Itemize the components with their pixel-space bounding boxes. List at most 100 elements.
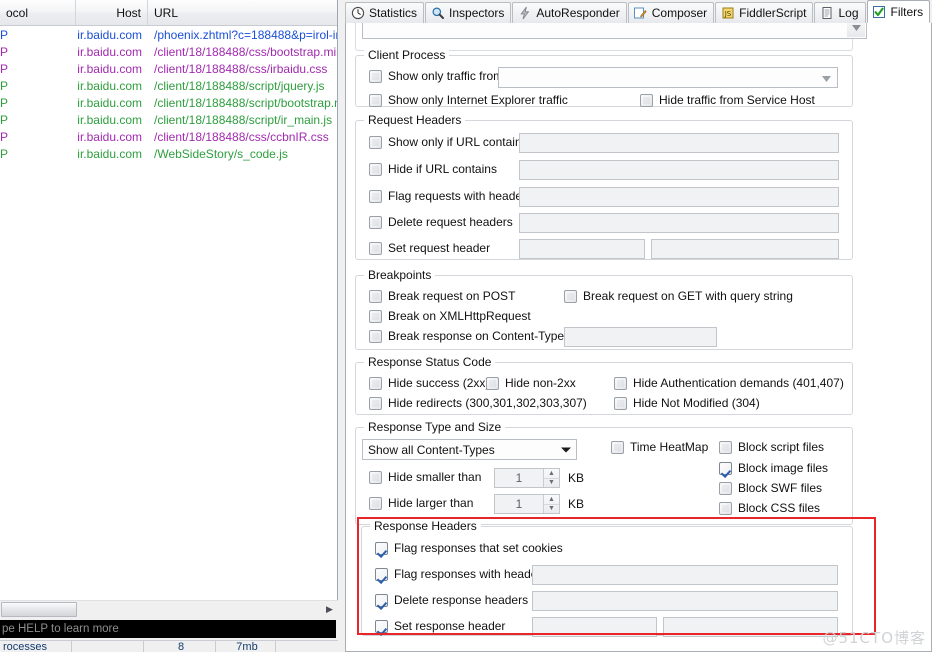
checkbox-box[interactable]	[369, 70, 382, 83]
table-row[interactable]: Pir.baidu.com/phoenix.zhtml?c=188488&p=i…	[0, 26, 337, 43]
chevron-down-icon[interactable]	[822, 71, 831, 85]
show-only-traffic-from-checkbox[interactable]: Show only traffic from	[369, 69, 503, 83]
session-rows[interactable]: Pir.baidu.com/phoenix.zhtml?c=188488&p=i…	[0, 26, 337, 162]
checkbox-box[interactable]	[719, 462, 732, 475]
block-css-files-checkbox[interactable]: Block CSS files	[719, 501, 820, 515]
table-row[interactable]: Pir.baidu.com/client/18/188488/css/irbai…	[0, 60, 337, 77]
checkbox-box[interactable]	[369, 242, 382, 255]
table-row[interactable]: Pir.baidu.com/client/18/188488/script/jq…	[0, 77, 337, 94]
stepper-down-icon[interactable]: ▼	[544, 479, 559, 488]
tab-log[interactable]: Log	[814, 2, 865, 23]
hide-redirects-checkbox[interactable]: Hide redirects (300,301,302,303,307)	[369, 396, 587, 410]
checkbox-box[interactable]	[375, 594, 388, 607]
stepper-up-icon[interactable]: ▲	[544, 495, 559, 505]
delete-request-headers-checkbox[interactable]: Delete request headers	[369, 215, 513, 229]
hide-larger-than-checkbox[interactable]: Hide larger than	[369, 496, 473, 510]
break-request-on-get-checkbox[interactable]: Break request on GET with query string	[564, 289, 793, 303]
checkbox-box[interactable]	[369, 377, 382, 390]
stepper-buttons[interactable]: ▲▼	[543, 469, 559, 487]
content-type-select[interactable]: Show all Content-Types	[362, 439, 577, 460]
block-swf-files-checkbox[interactable]: Block SWF files	[719, 481, 822, 495]
checkbox-box[interactable]	[369, 163, 382, 176]
tab-filters[interactable]: Filters	[867, 0, 931, 23]
checkbox-box[interactable]	[640, 94, 653, 107]
horizontal-scrollbar[interactable]: ▶	[0, 600, 338, 618]
set-response-header-value-input[interactable]	[663, 617, 838, 637]
delete-response-headers-checkbox[interactable]: Delete response headers	[375, 593, 528, 607]
scrollbar-thumb[interactable]	[1, 602, 77, 617]
block-script-files-checkbox[interactable]: Block script files	[719, 440, 824, 454]
checkbox-box[interactable]	[719, 502, 732, 515]
tab-fiddlerscript[interactable]: JS FiddlerScript	[715, 2, 813, 23]
checkbox-box[interactable]	[369, 216, 382, 229]
column-header-protocol[interactable]: ocol	[0, 0, 76, 25]
break-response-on-content-type-checkbox[interactable]: Break response on Content-Type	[369, 329, 564, 343]
checkbox-box[interactable]	[611, 441, 624, 454]
checkbox-box[interactable]	[486, 377, 499, 390]
break-request-on-post-checkbox[interactable]: Break request on POST	[369, 289, 515, 303]
checkbox-box[interactable]	[369, 310, 382, 323]
tab-autoresponder[interactable]: AutoResponder	[512, 2, 626, 23]
checkbox-box[interactable]	[369, 471, 382, 484]
hide-service-host-checkbox[interactable]: Hide traffic from Service Host	[640, 93, 815, 107]
hide-smaller-than-checkbox[interactable]: Hide smaller than	[369, 470, 481, 484]
table-row[interactable]: Pir.baidu.com/client/18/188488/css/boots…	[0, 43, 337, 60]
checkbox-box[interactable]	[614, 377, 627, 390]
delete-request-headers-input[interactable]	[519, 213, 839, 233]
checkbox-box[interactable]	[369, 497, 382, 510]
break-response-content-type-input[interactable]	[564, 327, 717, 347]
flag-responses-with-headers-checkbox[interactable]: Flag responses with headers	[375, 567, 547, 581]
set-response-header-name-input[interactable]	[532, 617, 657, 637]
scroll-right-arrow[interactable]: ▶	[321, 604, 338, 615]
checkbox-box[interactable]	[719, 441, 732, 454]
quickexec-bar[interactable]: pe HELP to learn more	[0, 620, 336, 638]
flag-responses-with-headers-input[interactable]	[532, 565, 838, 585]
hide-not-modified-checkbox[interactable]: Hide Not Modified (304)	[614, 396, 760, 410]
checkbox-box[interactable]	[375, 620, 388, 633]
column-header-host[interactable]: Host	[76, 0, 148, 25]
tab-strip[interactable]: Statistics Inspectors AutoResponder	[345, 0, 932, 23]
hide-larger-than-stepper[interactable]: 1 ▲▼	[494, 494, 560, 514]
checkbox-box[interactable]	[375, 568, 388, 581]
stepper-up-icon[interactable]: ▲	[544, 469, 559, 479]
table-row[interactable]: Pir.baidu.com/client/18/188488/script/bo…	[0, 94, 337, 111]
tab-composer[interactable]: Composer	[628, 2, 714, 23]
table-row[interactable]: Pir.baidu.com/WebSideStory/s_code.js	[0, 145, 337, 162]
show-only-if-url-contains-checkbox[interactable]: Show only if URL contains	[369, 135, 528, 149]
traffic-from-process-select[interactable]	[498, 67, 838, 88]
hide-non-2xx-checkbox[interactable]: Hide non-2xx	[486, 376, 576, 390]
set-response-header-checkbox[interactable]: Set response header	[375, 619, 505, 633]
set-request-header-value-input[interactable]	[651, 239, 839, 259]
checkbox-box[interactable]	[369, 136, 382, 149]
tab-statistics[interactable]: Statistics	[345, 2, 424, 23]
checkbox-box[interactable]	[369, 94, 382, 107]
checkbox-box[interactable]	[564, 290, 577, 303]
stepper-down-icon[interactable]: ▼	[544, 505, 559, 514]
break-on-xhr-checkbox[interactable]: Break on XMLHttpRequest	[369, 309, 531, 323]
delete-response-headers-input[interactable]	[532, 591, 838, 611]
time-heatmap-checkbox[interactable]: Time HeatMap	[611, 440, 708, 454]
hide-success-checkbox[interactable]: Hide success (2xx)	[369, 376, 489, 390]
session-list-panel[interactable]: ocol Host URL Pir.baidu.com/phoenix.zhtm…	[0, 0, 338, 618]
flag-responses-that-set-cookies-checkbox[interactable]: Flag responses that set cookies	[375, 541, 563, 555]
checkbox-box[interactable]	[369, 290, 382, 303]
checkbox-box[interactable]	[375, 542, 388, 555]
table-row[interactable]: Pir.baidu.com/client/18/188488/css/ccbnI…	[0, 128, 337, 145]
hide-if-url-contains-input[interactable]	[519, 160, 839, 180]
checkbox-box[interactable]	[369, 190, 382, 203]
hide-if-url-contains-checkbox[interactable]: Hide if URL contains	[369, 162, 497, 176]
show-only-ie-traffic-checkbox[interactable]: Show only Internet Explorer traffic	[369, 93, 568, 107]
checkbox-box[interactable]	[614, 397, 627, 410]
block-image-files-checkbox[interactable]: Block image files	[719, 461, 828, 475]
stepper-buttons[interactable]: ▲▼	[543, 495, 559, 513]
checkbox-box[interactable]	[719, 482, 732, 495]
checkbox-box[interactable]	[369, 397, 382, 410]
hide-auth-demands-checkbox[interactable]: Hide Authentication demands (401,407)	[614, 376, 844, 390]
flag-requests-with-headers-checkbox[interactable]: Flag requests with headers	[369, 189, 532, 203]
chevron-down-icon[interactable]	[847, 23, 865, 37]
hide-smaller-than-stepper[interactable]: 1 ▲▼	[494, 468, 560, 488]
table-row[interactable]: Pir.baidu.com/client/18/188488/script/ir…	[0, 111, 337, 128]
flag-requests-with-headers-input[interactable]	[519, 187, 839, 207]
filter-action-dropdown[interactable]	[362, 23, 867, 39]
column-header-url[interactable]: URL	[148, 0, 337, 25]
